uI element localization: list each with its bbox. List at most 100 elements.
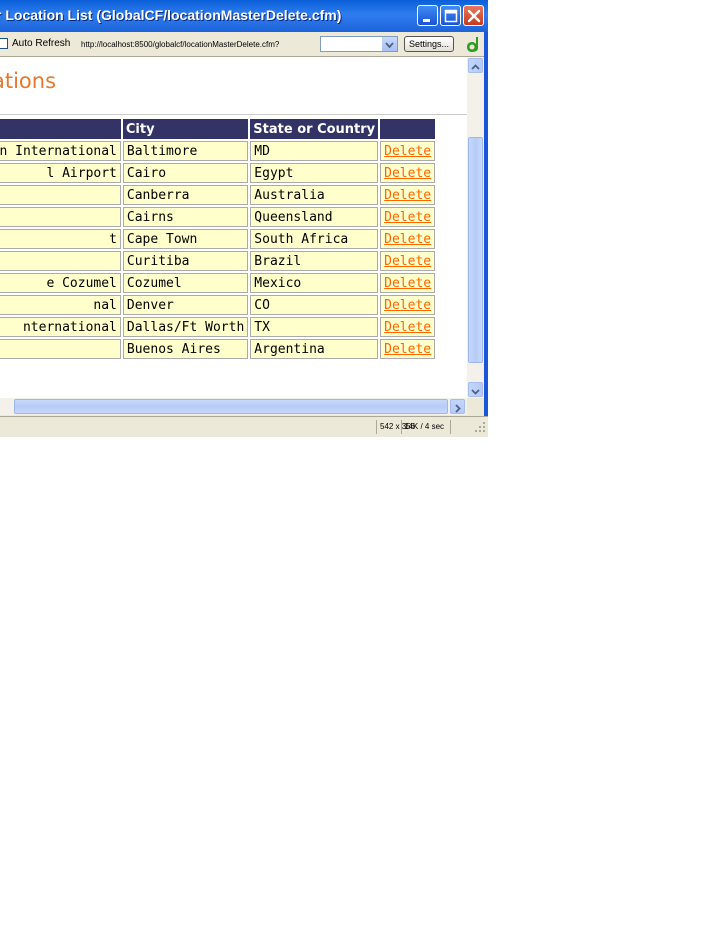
header-state: State or Country: [250, 119, 379, 139]
scroll-right-button[interactable]: [450, 399, 465, 414]
auto-refresh-checkbox[interactable]: [0, 38, 8, 49]
scroll-up-icon: [471, 64, 480, 70]
url-dropdown[interactable]: [320, 36, 398, 52]
page-title: ations: [0, 69, 57, 93]
url-text: http://localhost:8500/globalcf/locationM…: [81, 40, 280, 49]
close-button[interactable]: [463, 5, 484, 26]
scroll-down-button[interactable]: [468, 382, 483, 397]
cell-action: Delete: [380, 163, 436, 183]
window-title: r Location List (GlobalCF/locationMaster…: [0, 7, 342, 23]
locations-table: City State or Country gton International…: [0, 117, 437, 361]
cell-city: Cozumel: [122, 273, 249, 293]
scroll-up-button[interactable]: [468, 58, 483, 73]
table-row: Curitiba Brazil Delete: [0, 251, 436, 271]
delete-link[interactable]: Delete: [384, 144, 431, 159]
header-name: [0, 119, 121, 139]
horizontal-scroll-thumb[interactable]: [14, 399, 448, 414]
browser-window: r Location List (GlobalCF/locationMaster…: [0, 0, 488, 437]
status-bar: 542 x 356 14K / 4 sec: [0, 416, 488, 437]
table-row: gton International Baltimore MD Delete: [0, 141, 436, 161]
status-separator: [401, 420, 402, 434]
table-row: nternational Dallas/Ft Worth TX Delete: [0, 317, 436, 337]
minimize-button[interactable]: [417, 5, 438, 26]
cell-state: TX: [250, 317, 379, 337]
cell-city: Denver: [122, 295, 249, 315]
table-row: Canberra Australia Delete: [0, 185, 436, 205]
cell-action: Delete: [380, 141, 436, 161]
cell-name: [0, 185, 121, 205]
title-bar[interactable]: r Location List (GlobalCF/locationMaster…: [0, 0, 488, 32]
delete-link[interactable]: Delete: [384, 210, 431, 225]
cell-name: nternational: [0, 317, 121, 337]
cell-action: Delete: [380, 207, 436, 227]
cell-city: Cairo: [122, 163, 249, 183]
cell-state: Brazil: [250, 251, 379, 271]
cell-action: Delete: [380, 229, 436, 249]
cell-state: Argentina: [250, 339, 379, 359]
cell-city: Buenos Aires: [122, 339, 249, 359]
delete-link[interactable]: Delete: [384, 298, 431, 313]
cell-state: Egypt: [250, 163, 379, 183]
cell-city: Curitiba: [122, 251, 249, 271]
delete-link[interactable]: Delete: [384, 232, 431, 247]
horizontal-scrollbar[interactable]: [0, 398, 467, 415]
cell-state: Australia: [250, 185, 379, 205]
delete-link[interactable]: Delete: [384, 342, 431, 357]
cell-state: CO: [250, 295, 379, 315]
vertical-scroll-thumb[interactable]: [468, 137, 483, 363]
cell-action: Delete: [380, 273, 436, 293]
delete-link[interactable]: Delete: [384, 254, 431, 269]
header-action: [380, 119, 436, 139]
delete-link[interactable]: Delete: [384, 276, 431, 291]
cell-name: [0, 207, 121, 227]
status-separator: [450, 420, 451, 434]
cell-name: t: [0, 229, 121, 249]
cell-action: Delete: [380, 339, 436, 359]
cell-city: Dallas/Ft Worth: [122, 317, 249, 337]
cell-city: Cairns: [122, 207, 249, 227]
window-frame: [484, 32, 488, 437]
cell-state: MD: [250, 141, 379, 161]
status-separator: [376, 420, 377, 434]
table-header-row: City State or Country: [0, 119, 436, 139]
cell-name: nal: [0, 295, 121, 315]
maximize-icon: [444, 9, 458, 23]
cell-city: Canberra: [122, 185, 249, 205]
cell-name: [0, 339, 121, 359]
scrollbar-corner: [467, 398, 484, 415]
divider: [0, 114, 467, 115]
cell-action: Delete: [380, 185, 436, 205]
cell-state: Mexico: [250, 273, 379, 293]
delete-link[interactable]: Delete: [384, 166, 431, 181]
status-size-time: 14K / 4 sec: [404, 422, 445, 431]
delete-link[interactable]: Delete: [384, 320, 431, 335]
header-city: City: [122, 119, 249, 139]
dropdown-arrow-icon[interactable]: [382, 37, 397, 51]
vertical-scrollbar[interactable]: [467, 57, 484, 398]
cell-state: South Africa: [250, 229, 379, 249]
maximize-button[interactable]: [440, 5, 461, 26]
cell-action: Delete: [380, 295, 436, 315]
scroll-right-icon: [455, 404, 461, 413]
cell-state: Queensland: [250, 207, 379, 227]
cell-name: [0, 251, 121, 271]
cell-city: Baltimore: [122, 141, 249, 161]
close-icon: [467, 9, 481, 23]
table-row: e Cozumel Cozumel Mexico Delete: [0, 273, 436, 293]
cell-name: e Cozumel: [0, 273, 121, 293]
table-row: Cairns Queensland Delete: [0, 207, 436, 227]
scroll-down-icon: [471, 389, 480, 395]
cell-name: gton International: [0, 141, 121, 161]
preview-toolbar: Auto Refresh http://localhost:8500/globa…: [0, 32, 488, 57]
settings-button[interactable]: Settings...: [404, 36, 454, 52]
table-row: nal Denver CO Delete: [0, 295, 436, 315]
page-content: ations City State or Country gton Intern…: [0, 57, 467, 398]
cell-city: Cape Town: [122, 229, 249, 249]
dreamweaver-icon[interactable]: [465, 35, 483, 53]
cell-action: Delete: [380, 251, 436, 271]
resize-grip-icon[interactable]: [474, 421, 486, 433]
delete-link[interactable]: Delete: [384, 188, 431, 203]
minimize-icon: [423, 19, 430, 22]
table-row: t Cape Town South Africa Delete: [0, 229, 436, 249]
cell-name: l Airport: [0, 163, 121, 183]
